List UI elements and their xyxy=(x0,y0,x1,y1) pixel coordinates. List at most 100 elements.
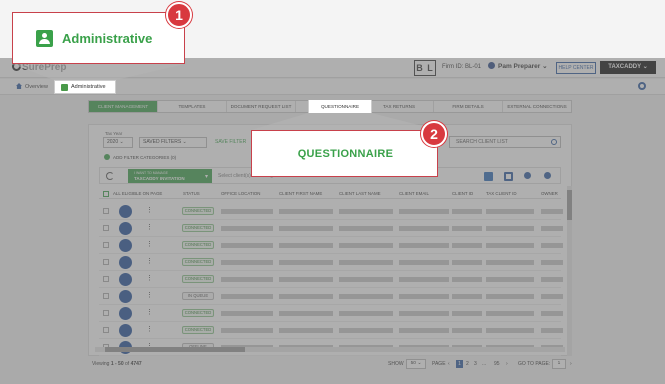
user-menu[interactable]: Pam Preparer ⌄ xyxy=(488,62,548,70)
vertical-scrollbar[interactable] xyxy=(567,186,572,356)
cell-placeholder xyxy=(221,260,273,265)
gear-icon[interactable] xyxy=(638,82,646,90)
cell-placeholder xyxy=(339,311,393,316)
cell-placeholder xyxy=(399,209,449,214)
search-icon[interactable] xyxy=(551,139,557,145)
table-row[interactable]: ⋮ IN QUEUE xyxy=(99,288,563,305)
horizontal-scroll-thumb[interactable] xyxy=(105,347,245,352)
questionnaire-tab-highlight[interactable]: QUESTIONNAIRE xyxy=(308,100,372,113)
page-95[interactable]: 95 xyxy=(494,361,500,367)
tab-client-management[interactable]: CLIENT MANAGEMENT xyxy=(89,101,158,112)
horizontal-scrollbar[interactable] xyxy=(95,347,565,352)
cell-placeholder xyxy=(541,277,563,282)
table-row[interactable]: ⋮ CONNECTED xyxy=(99,322,563,339)
tab-templates[interactable]: TEMPLATES xyxy=(158,101,227,112)
show-label: SHOW xyxy=(388,361,404,367)
table-row[interactable]: ⋮ CONNECTED xyxy=(99,203,563,220)
viewing-total: 4747 xyxy=(130,361,142,367)
cell-placeholder xyxy=(541,260,563,265)
table-row[interactable]: ⋮ CONNECTED xyxy=(99,305,563,322)
save-filter-link[interactable]: SAVE FILTER xyxy=(215,139,246,145)
row-checkbox[interactable] xyxy=(103,225,109,231)
avatar xyxy=(119,256,132,269)
tax-year-select[interactable]: 2020 ⌄ xyxy=(103,137,133,148)
row-checkbox[interactable] xyxy=(103,242,109,248)
table-row[interactable]: ⋮ CONNECTED xyxy=(99,220,563,237)
status-badge: CONNECTED xyxy=(182,241,214,249)
status-badge: CONNECTED xyxy=(182,224,214,232)
notifications-icon[interactable] xyxy=(544,172,551,179)
admin-person-icon xyxy=(61,84,68,91)
col-client-email[interactable]: CLIENT EMAIL xyxy=(399,191,429,196)
row-menu-icon[interactable]: ⋮ xyxy=(146,223,153,231)
goto-page-input[interactable]: 1 xyxy=(552,359,566,369)
table-row[interactable]: ⋮ CONNECTED xyxy=(99,271,563,288)
cell-placeholder xyxy=(452,277,482,282)
cell-placeholder xyxy=(399,328,449,333)
row-menu-icon[interactable]: ⋮ xyxy=(146,257,153,265)
firm-initials: B L xyxy=(414,60,436,76)
row-checkbox[interactable] xyxy=(103,310,109,316)
table-row[interactable]: ⋮ CONNECTED xyxy=(99,237,563,254)
table-row[interactable]: ⋮ CONNECTED xyxy=(99,254,563,271)
row-checkbox[interactable] xyxy=(103,276,109,282)
tab-tax-returns[interactable]: TAX RETURNS xyxy=(365,101,434,112)
manage-dropdown-value: TAXCADDY INVITATION xyxy=(134,176,185,181)
saved-filters-select[interactable]: SAVED FILTERS ⌄ xyxy=(139,137,207,148)
status-badge: CONNECTED xyxy=(182,326,214,334)
cell-placeholder xyxy=(486,209,534,214)
row-menu-icon[interactable]: ⋮ xyxy=(146,308,153,316)
tab-document-request-list[interactable]: DOCUMENT REQUEST LIST xyxy=(227,101,296,112)
row-menu-icon[interactable]: ⋮ xyxy=(146,240,153,248)
col-client-first-name[interactable]: CLIENT FIRST NAME xyxy=(279,191,322,196)
prev-page-button[interactable]: ‹ xyxy=(448,361,450,367)
col-all-eligible[interactable]: ALL ELIGIBLE ON PAGE xyxy=(113,191,162,196)
vertical-scroll-thumb[interactable] xyxy=(567,190,572,220)
col-owner[interactable]: OWNER xyxy=(541,191,558,196)
manage-dropdown[interactable]: I WANT TO MANAGE TAXCADDY INVITATION ▾ xyxy=(128,169,212,183)
row-menu-icon[interactable]: ⋮ xyxy=(146,206,153,214)
breadcrumb-overview[interactable]: Overview xyxy=(16,83,48,90)
administrative-tab[interactable]: Administrative xyxy=(54,80,116,94)
viewing-of: of xyxy=(125,361,130,367)
row-checkbox[interactable] xyxy=(103,293,109,299)
excel-export-icon[interactable] xyxy=(484,172,493,181)
col-client-id[interactable]: CLIENT ID xyxy=(452,191,473,196)
row-checkbox[interactable] xyxy=(103,327,109,333)
cell-placeholder xyxy=(452,260,482,265)
page-size-select[interactable]: 50 ⌄ xyxy=(406,359,426,369)
user-name: Pam Preparer xyxy=(498,63,541,70)
row-menu-icon[interactable]: ⋮ xyxy=(146,291,153,299)
search-placeholder: SEARCH CLIENT LIST xyxy=(456,139,508,145)
cell-placeholder xyxy=(486,294,534,299)
cell-placeholder xyxy=(279,209,333,214)
row-checkbox[interactable] xyxy=(103,208,109,214)
goto-page-label: GO TO PAGE: xyxy=(518,361,551,367)
person-body xyxy=(39,39,50,44)
col-status[interactable]: STATUS xyxy=(183,191,200,196)
help-center-button[interactable]: HELP CENTER xyxy=(556,62,596,74)
page-3[interactable]: 3 xyxy=(474,361,477,367)
next-page-button[interactable]: › xyxy=(506,361,508,367)
cell-placeholder xyxy=(486,277,534,282)
cell-placeholder xyxy=(339,260,393,265)
goto-arrow-icon[interactable]: › xyxy=(570,361,572,367)
row-menu-icon[interactable]: ⋮ xyxy=(146,274,153,282)
row-menu-icon[interactable]: ⋮ xyxy=(146,325,153,333)
users-icon[interactable] xyxy=(524,172,531,179)
add-filter-categories[interactable]: ADD FILTER CATEGORIES (0) xyxy=(104,154,176,160)
saved-filters-value: SAVED FILTERS xyxy=(143,139,182,145)
taxcaddy-button[interactable]: TAXCADDY ⌄ xyxy=(600,61,656,74)
col-client-last-name[interactable]: CLIENT LAST NAME xyxy=(339,191,381,196)
row-checkbox[interactable] xyxy=(103,259,109,265)
columns-icon[interactable] xyxy=(504,172,513,181)
search-input[interactable]: SEARCH CLIENT LIST xyxy=(449,136,561,148)
page-2[interactable]: 2 xyxy=(466,361,469,367)
page-1[interactable]: 1 xyxy=(456,360,463,368)
col-tax-client-id[interactable]: TAX CLIENT ID xyxy=(486,191,517,196)
col-office-location[interactable]: OFFICE LOCATION xyxy=(221,191,260,196)
select-all-checkbox[interactable] xyxy=(103,191,109,197)
tab-external-connections[interactable]: EXTERNAL CONNECTIONS xyxy=(503,101,571,112)
tab-firm-details[interactable]: FIRM DETAILS xyxy=(434,101,503,112)
refresh-icon[interactable] xyxy=(106,172,114,180)
